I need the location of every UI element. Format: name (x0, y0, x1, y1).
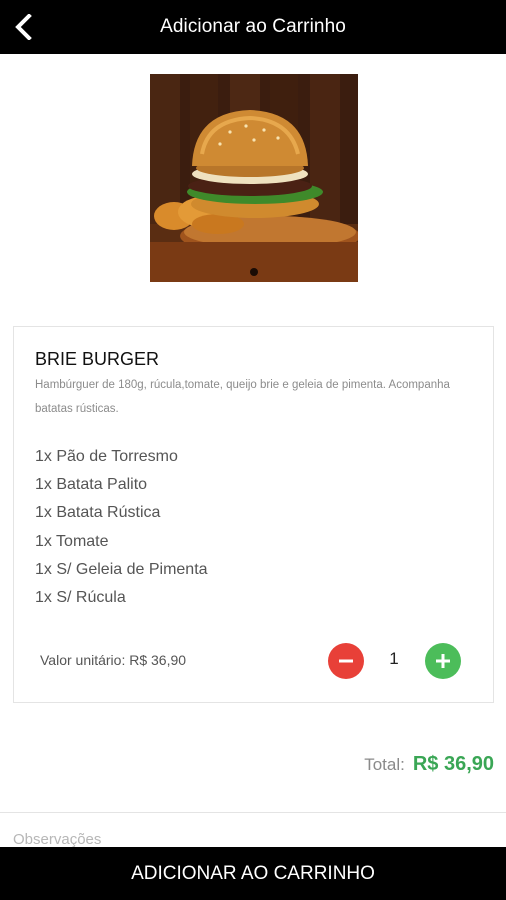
notes-box (0, 812, 506, 852)
option-item: 1x S/ Rúcula (35, 589, 126, 607)
quantity-value: 1 (389, 649, 399, 668)
option-item: 1x S/ Geleia de Pimenta (35, 560, 208, 578)
back-button[interactable] (6, 9, 42, 45)
option-item: 1x Batata Palito (35, 476, 148, 494)
plus-icon (436, 654, 450, 668)
option-item: 1x Batata Rústica (35, 504, 161, 522)
product-card: BRIE BURGER Hambúrguer de 180g, rúcula,t… (13, 326, 494, 703)
minus-icon (339, 659, 353, 663)
add-to-cart-button[interactable]: ADICIONAR AO CARRINHO (0, 847, 506, 900)
page-title: Adicionar ao Carrinho (160, 16, 346, 37)
top-bar: Adicionar ao Carrinho (0, 0, 506, 54)
app-screen: Adicionar ao Carrinho BRIE BURGER Hambúr… (0, 0, 506, 900)
chevron-left-icon (15, 14, 32, 40)
product-description: Hambúrguer de 180g, rúcula,tomate, queij… (35, 379, 450, 415)
unit-price: Valor unitário: R$ 36,90 (40, 652, 187, 668)
options-list: 1x Pão de Torresmo 1x Batata Palito 1x B… (35, 443, 208, 612)
product-image (150, 74, 358, 282)
order-total: Total: R$ 36,90 (364, 753, 494, 776)
decrease-quantity-button[interactable] (328, 643, 364, 679)
increase-quantity-button[interactable] (425, 643, 461, 679)
product-name: BRIE BURGER (35, 349, 160, 369)
option-item: 1x Tomate (35, 532, 109, 550)
option-item: 1x Pão de Torresmo (35, 448, 178, 465)
total-value: R$ 36,90 (412, 753, 494, 775)
total-label: Total: (364, 755, 405, 774)
